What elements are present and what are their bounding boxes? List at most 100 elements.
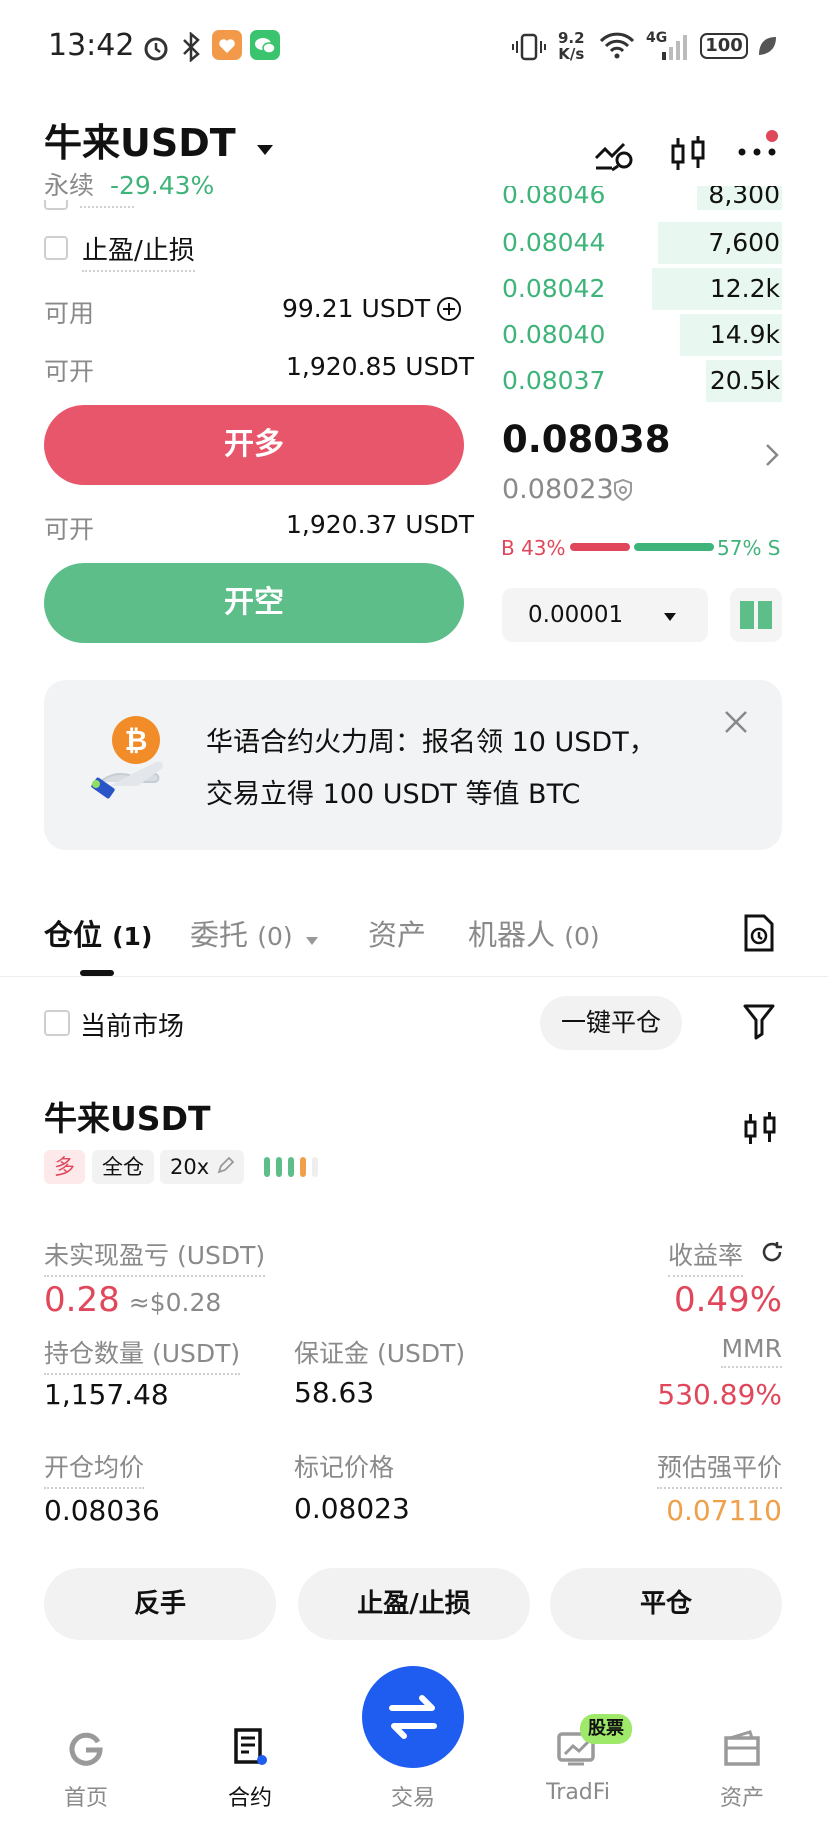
leverage-value: 20x <box>170 1155 210 1179</box>
status-time: 13:42 <box>48 28 135 63</box>
reverse-button[interactable]: 反手 <box>44 1568 276 1640</box>
signal-icon <box>660 34 688 64</box>
roe-label[interactable]: 收益率 <box>668 1236 744 1277</box>
wallet-icon[interactable] <box>722 1728 762 1772</box>
margin-label: 保证金 (USDT) <box>294 1339 466 1368</box>
ask-price: 0.08042 <box>502 274 606 303</box>
unrealized-pnl-usd: ≈$0.28 <box>128 1288 222 1317</box>
ask-price: 0.08044 <box>502 228 606 257</box>
size-label[interactable]: 持仓数量 (USDT) <box>44 1334 241 1375</box>
candlestick-icon[interactable] <box>668 134 708 178</box>
orderbook-ask-row[interactable]: 0.08040 14.9k <box>500 312 782 358</box>
current-market-box[interactable] <box>44 1010 70 1036</box>
promo-banner[interactable]: ₿ 华语合约火力周：报名领 10 USDT， 交易立得 100 USDT 等值 … <box>44 680 782 850</box>
orderbook-ask-row[interactable]: 0.08037 20.5k <box>500 358 782 404</box>
entry-label[interactable]: 开仓均价 <box>44 1448 145 1489</box>
buy-ratio-bar <box>570 543 630 551</box>
leaf-icon <box>756 34 778 62</box>
svg-text:₿: ₿ <box>125 724 148 757</box>
close-position-button[interactable]: 平仓 <box>550 1568 782 1640</box>
close-all-button[interactable]: 一键平仓 <box>540 996 682 1050</box>
trade-fab-button[interactable] <box>362 1666 464 1768</box>
tab-bots-label: 机器人 <box>468 918 556 952</box>
tab-positions[interactable]: 仓位 (1) <box>44 912 152 954</box>
wifi-icon <box>598 30 636 64</box>
nav-home-label[interactable]: 首页 <box>26 1780 146 1812</box>
precision-select[interactable]: 0.00001 <box>502 588 708 642</box>
current-market-checkbox[interactable] <box>44 1010 70 1036</box>
net-speed: 9.2 K/s <box>558 30 585 62</box>
more-icon[interactable] <box>736 128 782 168</box>
refresh-icon[interactable] <box>760 1240 784 1268</box>
sell-ratio-bar <box>634 543 714 551</box>
history-icon[interactable] <box>742 912 776 956</box>
tab-assets[interactable]: 资产 <box>368 912 426 954</box>
alarm-icon <box>142 34 170 66</box>
nav-tradfi-label[interactable]: TradFi <box>518 1780 638 1805</box>
orderbook-ask-row[interactable]: 0.08042 12.2k <box>500 266 782 312</box>
indicator-icon[interactable] <box>594 136 636 176</box>
ask-price: 0.08037 <box>502 366 606 395</box>
unrealized-pnl-value: 0.28 <box>44 1280 120 1320</box>
orderbook-ask-row-partial[interactable]: 0.08046 8,300 <box>500 186 782 210</box>
tpsl-button-label: 止盈/止损 <box>357 1589 471 1619</box>
risk-level-icon <box>264 1154 324 1184</box>
margin-mode-badge[interactable]: 全仓 <box>92 1150 154 1184</box>
position-chart-icon[interactable] <box>742 1110 778 1152</box>
filter-icon[interactable] <box>742 1002 776 1044</box>
tab-active-indicator <box>80 970 114 976</box>
home-icon[interactable] <box>66 1728 106 1772</box>
tab-orders-count: (0) <box>257 922 293 951</box>
contract-icon[interactable] <box>230 1726 272 1772</box>
price-change: -29.43% <box>109 171 215 200</box>
ask-qty: 14.9k <box>709 320 780 349</box>
orderbook: 0.08046 8,300 0.08044 7,600 0.08042 12.2… <box>0 186 828 658</box>
promo-line-2: 交易立得 100 USDT 等值 BTC <box>206 779 581 810</box>
margin-value: 58.63 <box>294 1376 375 1409</box>
buy-ratio-label: B 43% <box>501 536 566 560</box>
precision-value: 0.00001 <box>528 602 624 628</box>
tab-positions-count: (1) <box>112 922 153 951</box>
nav-assets-label[interactable]: 资产 <box>682 1780 802 1812</box>
tpsl-button[interactable]: 止盈/止损 <box>298 1568 530 1640</box>
orderbook-layout-button[interactable] <box>730 588 782 642</box>
ask-qty: 7,600 <box>708 228 780 257</box>
nav-trade-label[interactable]: 交易 <box>353 1780 473 1812</box>
net-speed-unit: K/s <box>558 45 585 63</box>
swap-icon <box>389 1695 437 1739</box>
position-pair[interactable]: 牛来USDT <box>44 1092 210 1140</box>
close-icon[interactable] <box>722 708 750 740</box>
leverage-badge[interactable]: 20x <box>160 1150 244 1184</box>
net-speed-value: 9.2 <box>558 29 585 47</box>
caret-down-icon <box>255 142 275 161</box>
current-market-label[interactable]: 当前市场 <box>80 1006 184 1043</box>
nav-contract-label[interactable]: 合约 <box>190 1780 310 1812</box>
ratio-bar <box>570 543 714 551</box>
liq-price-label[interactable]: 预估强平价 <box>656 1448 782 1489</box>
tab-bar: 仓位 (1) 委托 (0) 资产 机器人 (0) <box>0 900 828 977</box>
orderbook-ask-row[interactable]: 0.08044 7,600 <box>500 220 782 266</box>
close-all-label: 一键平仓 <box>560 1008 661 1037</box>
mark-price: 0.08023 <box>502 474 614 505</box>
pair-selector[interactable]: 牛来USDT <box>44 112 275 165</box>
vibrate-icon <box>512 32 546 66</box>
tab-assets-label: 资产 <box>368 918 427 952</box>
contract-type: 永续 -29.43% <box>44 166 214 202</box>
tab-orders[interactable]: 委托 (0) <box>190 912 320 954</box>
ask-price: 0.08040 <box>502 320 606 349</box>
tab-bots[interactable]: 机器人 (0) <box>468 912 600 954</box>
unrealized-pnl-label[interactable]: 未实现盈亏 (USDT) <box>44 1236 266 1277</box>
mmr-label[interactable]: MMR <box>721 1334 782 1368</box>
sell-ratio-label: 57% S <box>717 536 781 560</box>
side-badge: 多 <box>44 1150 85 1184</box>
tab-bots-count: (0) <box>564 922 600 951</box>
ask-qty: 12.2k <box>709 274 780 303</box>
status-bar: 13:42 9.2 K/s 4G 100 <box>0 0 828 80</box>
chevron-right-icon[interactable] <box>764 442 780 472</box>
entry-value: 0.08036 <box>44 1494 160 1527</box>
mmr-value: 530.89% <box>657 1378 782 1411</box>
unrealized-pnl: 0.28 ≈$0.28 <box>44 1280 221 1320</box>
tab-orders-label: 委托 <box>190 918 249 952</box>
promo-line-1: 华语合约火力周：报名领 10 USDT， <box>206 727 656 758</box>
last-price[interactable]: 0.08038 <box>502 418 671 461</box>
